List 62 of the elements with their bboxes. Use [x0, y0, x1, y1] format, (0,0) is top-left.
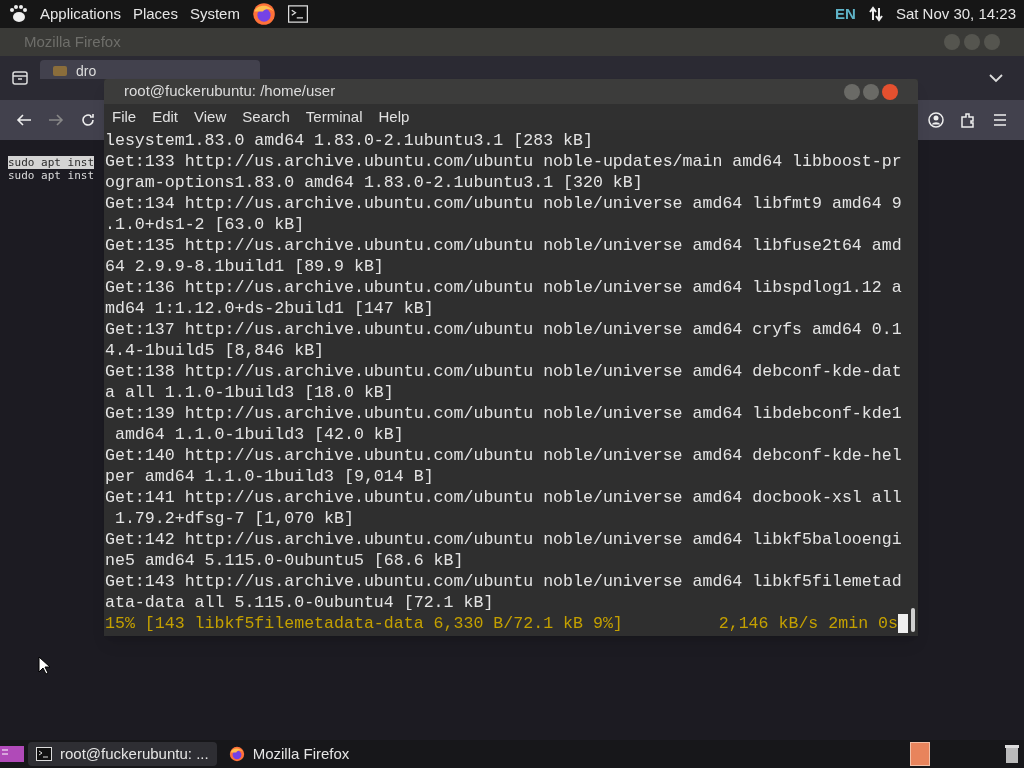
taskbar-button[interactable]: Mozilla Firefox [220, 742, 358, 766]
terminal-output-line: Get:141 http://us.archive.ubuntu.com/ubuntu noble/universe amd64 docbook-xsl all [105, 487, 902, 508]
workspace-menu-icon[interactable] [0, 744, 24, 764]
panel-menu[interactable]: Applications [40, 2, 121, 26]
terminal-output-line: lesystem1.83.0 amd64 1.83.0-2.1ubuntu3.1 [283 kB] [105, 130, 593, 151]
terminal-output-line: Get:140 http://us.archive.ubuntu.com/ubuntu noble/universe amd64 debconf-kde-hel [105, 445, 902, 466]
taskbar-button[interactable]: root@fuckerubuntu: ... [28, 742, 217, 766]
terminal-output-line: Get:143 http://us.archive.ubuntu.com/ubuntu noble/universe amd64 libkf5filemetad [105, 571, 902, 592]
tab-list-icon[interactable] [12, 70, 28, 86]
window-title: root@fuckerubuntu: /home/user [124, 81, 336, 102]
terminal-output-line: .1.0+ds1-2 [63.0 kB] [105, 214, 305, 235]
terminal-output-line: amd64 1.1.0-1build3 [42.0 kB] [113, 424, 404, 445]
foot-icon[interactable] [8, 4, 28, 24]
terminal-output-line: Get:133 http://us.archive.ubuntu.com/ubuntu noble-updates/main amd64 libboost-pr [105, 151, 902, 172]
account-icon[interactable] [928, 112, 944, 128]
mouse-pointer-icon [38, 656, 50, 675]
terminal-output-line: Get:138 http://us.archive.ubuntu.com/ubuntu noble/universe amd64 debconf-kde-dat [105, 361, 902, 382]
browser-icon [228, 746, 245, 762]
network-icon[interactable] [867, 6, 884, 22]
terminal-output-line: Get:137 http://us.archive.ubuntu.com/ubuntu noble/universe amd64 cryfs amd64 0.1 [105, 319, 902, 340]
terminal-output-line: Get:135 http://us.archive.ubuntu.com/ubuntu noble/universe amd64 libfuse2t64 amd [105, 235, 902, 256]
terminal-icon [287, 4, 308, 24]
close-button[interactable] [882, 83, 898, 100]
terminal-output-line: ata-data all 5.115.0-0ubuntu4 [72.1 kB] [105, 592, 494, 613]
menu-item[interactable]: Search [242, 105, 290, 129]
terminal-output-line: 4.4-1build5 [8,846 kB] [105, 340, 325, 361]
terminal-output-line: ogram-options1.83.0 amd64 1.83.0-2.1ubuntu3.1 [320 kB] [105, 172, 643, 193]
trash-icon[interactable] [1004, 744, 1020, 764]
back-icon[interactable] [16, 112, 32, 128]
menu-icon[interactable] [992, 112, 1008, 128]
terminal-output-line: Get:139 http://us.archive.ubuntu.com/ubuntu noble/universe amd64 libdebconf-kde1 [105, 403, 902, 424]
browser-icon [251, 2, 276, 26]
terminal-output-line: a all 1.1.0-1build3 [18.0 kB] [105, 382, 394, 403]
menu-item[interactable]: Help [378, 105, 410, 129]
reload-icon[interactable] [80, 112, 96, 128]
progress-status: 15% [143 libkf5filemetadata-data 6,330 B/72.1 kB 9%] [105, 613, 623, 634]
browser-tab[interactable]: dro [40, 60, 260, 79]
menu-item[interactable]: Edit [152, 105, 179, 129]
puzzle-icon[interactable] [960, 112, 976, 128]
terminal-output-line: 1.79.2+dfsg-7 [1,070 kB] [113, 508, 354, 529]
keyboard-layout[interactable]: EN [835, 2, 856, 26]
scrollbar-thumb[interactable] [911, 608, 915, 632]
tab-favicon [52, 63, 68, 79]
transfer-rate: 2,146 kB/s 2min 0s [718, 613, 898, 634]
menu-item[interactable]: Terminal [305, 105, 363, 129]
workspace-switcher[interactable] [910, 742, 930, 766]
panel-menu[interactable]: System [189, 2, 240, 26]
terminal-output-line: ne5 amd64 5.115.0-0ubuntu5 [68.6 kB] [105, 550, 464, 571]
terminal-output-line: per amd64 1.1.0-1build3 [9,014 B] [105, 466, 434, 487]
terminal-output-line: Get:136 http://us.archive.ubuntu.com/ubuntu noble/universe amd64 libspdlog1.12 a [105, 277, 902, 298]
clock[interactable]: Sat Nov 30, 14:23 [895, 2, 1016, 26]
terminal-output-line: Get:142 http://us.archive.ubuntu.com/ubuntu noble/universe amd64 libkf5balooengi [105, 529, 902, 550]
menu-item[interactable]: View [194, 105, 227, 129]
forward-icon[interactable] [48, 112, 64, 128]
terminal-icon [36, 746, 52, 762]
page-text-line: sudo apt inst [8, 169, 95, 182]
terminal-output-line: 64 2.9.9-8.1build1 [89.9 kB] [105, 256, 384, 277]
text-cursor [898, 614, 908, 633]
panel-menu[interactable]: Places [132, 2, 178, 26]
terminal-output-line: Get:134 http://us.archive.ubuntu.com/ubuntu noble/universe amd64 libfmt9 amd64 9 [105, 193, 902, 214]
menu-item[interactable]: File [112, 105, 137, 129]
terminal-output-line: md64 1:1.12.0+ds-2build1 [147 kB] [105, 298, 434, 319]
